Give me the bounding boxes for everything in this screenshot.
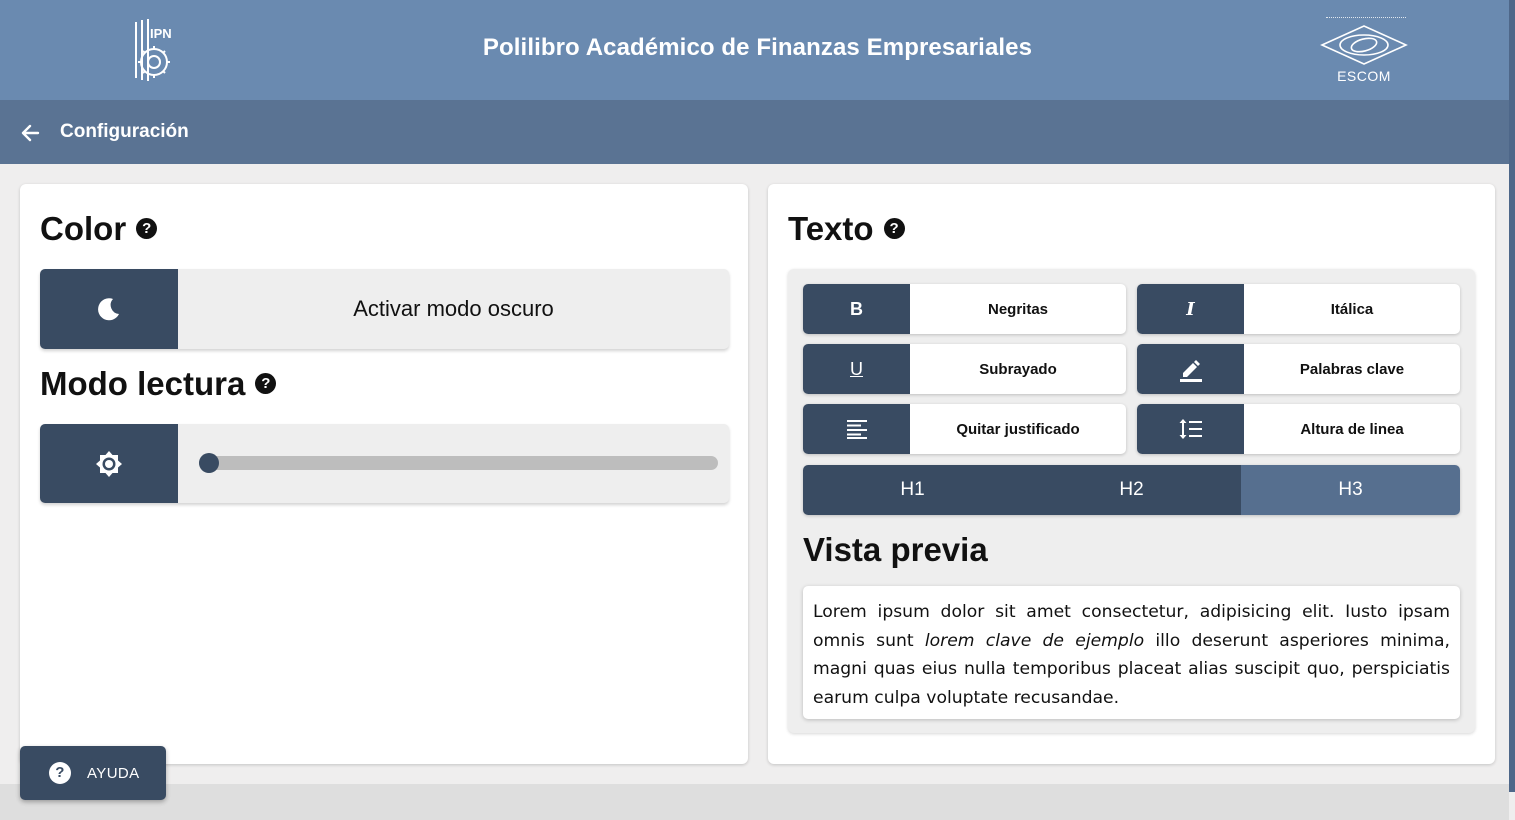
escom-logo: ESCOM	[1316, 16, 1412, 86]
highlighter-icon	[1137, 344, 1244, 394]
preview-keyword: lorem clave de ejemplo	[924, 630, 1145, 651]
page-toolbar	[0, 100, 1515, 164]
text-help-icon[interactable]: ?	[883, 217, 905, 239]
reading-section-title: Modo lectura	[40, 365, 246, 402]
line-height-button[interactable]: Altura de linea	[1137, 404, 1460, 454]
reading-help-icon[interactable]: ?	[255, 372, 277, 394]
moon-icon	[40, 269, 178, 349]
text-settings-card: Texto? B Negritas I Itálica U Subrayado …	[768, 184, 1495, 764]
text-section-title: Texto	[788, 210, 874, 247]
color-section-heading: Color?	[40, 210, 158, 248]
dark-mode-label: Activar modo oscuro	[353, 296, 554, 321]
footer	[0, 784, 1509, 820]
remove-justify-button[interactable]: Quitar justificado	[803, 404, 1126, 454]
heading-h1-button[interactable]: H1	[803, 465, 1022, 515]
app-header: IPN Polilibro Académico de Finanzas Empr…	[0, 0, 1515, 100]
keywords-label: Palabras clave	[1299, 360, 1405, 378]
italic-icon: I	[1137, 284, 1244, 334]
text-section-heading: Texto?	[788, 210, 905, 248]
escom-logo-text: ESCOM	[1337, 68, 1391, 84]
page-title: Configuración	[60, 121, 189, 142]
heading-h3-button[interactable]: H3	[1241, 465, 1460, 515]
underline-label: Subrayado	[979, 360, 1057, 378]
preview-text: Lorem ipsum dolor sit amet consectetur, …	[803, 586, 1460, 719]
reading-mode-slider-thumb[interactable]	[199, 453, 219, 473]
help-button-label: AYUDA	[87, 764, 140, 782]
text-options-panel: B Negritas I Itálica U Subrayado Palabra…	[788, 269, 1475, 733]
italic-button[interactable]: I Itálica	[1137, 284, 1460, 334]
reading-mode-row	[40, 424, 729, 503]
underline-icon: U	[803, 344, 910, 394]
remove-justify-label: Quitar justificado	[956, 420, 1080, 438]
bold-label: Negritas	[987, 300, 1049, 318]
italic-label: Itálica	[1330, 300, 1374, 318]
color-section-title: Color	[40, 210, 127, 247]
align-justify-icon	[803, 404, 910, 454]
back-button[interactable]	[18, 120, 44, 146]
heading-h2-button[interactable]: H2	[1022, 465, 1241, 515]
preview-title: Vista previa	[803, 531, 988, 568]
bold-button[interactable]: B Negritas	[803, 284, 1126, 334]
reading-mode-slider-track[interactable]	[199, 456, 718, 470]
keywords-button[interactable]: Palabras clave	[1137, 344, 1460, 394]
help-button[interactable]: ? AYUDA	[20, 746, 166, 800]
underline-button[interactable]: U Subrayado	[803, 344, 1126, 394]
brightness-icon	[40, 424, 178, 503]
arrow-left-icon	[21, 124, 40, 142]
dark-mode-toggle[interactable]: Activar modo oscuro	[40, 269, 729, 349]
scrollbar[interactable]	[1509, 0, 1515, 792]
app-title: Polilibro Académico de Finanzas Empresar…	[482, 34, 1033, 61]
line-height-label: Altura de linea	[1300, 420, 1404, 438]
reading-section-heading: Modo lectura?	[40, 365, 277, 403]
bold-icon: B	[803, 284, 910, 334]
heading-size-selector: H1 H2 H3	[803, 465, 1460, 515]
color-settings-card: Color? Activar modo oscuro Modo lectura?	[20, 184, 748, 764]
color-help-icon[interactable]: ?	[136, 217, 158, 239]
help-circle-icon: ?	[49, 762, 71, 784]
line-height-icon	[1137, 404, 1244, 454]
